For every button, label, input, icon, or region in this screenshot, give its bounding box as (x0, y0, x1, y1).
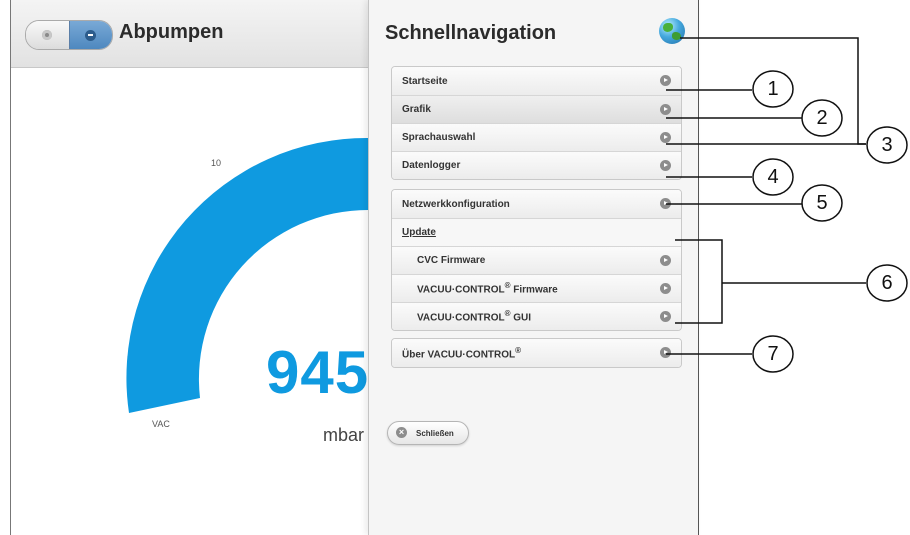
callout-number: 7 (767, 343, 779, 365)
callout-number: 5 (816, 192, 828, 214)
callout-number: 3 (881, 134, 893, 156)
callout-number: 4 (767, 166, 779, 188)
callout-number: 1 (767, 78, 779, 100)
callout-number: 6 (881, 272, 893, 294)
callout-number: 2 (816, 107, 828, 129)
